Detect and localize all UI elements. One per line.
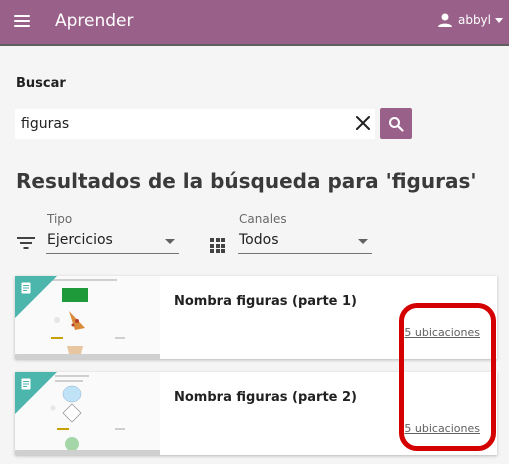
menu-icon[interactable] bbox=[14, 15, 30, 27]
chevron-down-icon bbox=[495, 17, 503, 23]
app-title: Aprender bbox=[55, 11, 134, 31]
type-filter-label: Tipo bbox=[47, 212, 73, 226]
search-button[interactable] bbox=[380, 108, 412, 139]
channels-select-value: Todos bbox=[239, 232, 279, 248]
card-thumbnail bbox=[15, 276, 160, 354]
channels-select[interactable]: Todos bbox=[238, 230, 372, 254]
card-title: Nombra figuras (parte 1) bbox=[174, 294, 357, 309]
highlight-annotation bbox=[399, 303, 496, 451]
search-input[interactable] bbox=[21, 114, 341, 134]
learn-page: Aprender abbyl Buscar Resultados de la b… bbox=[0, 0, 509, 464]
type-select[interactable]: Ejercicios bbox=[46, 230, 179, 254]
card-title: Nombra figuras (parte 2) bbox=[174, 390, 357, 405]
username: abbyl bbox=[457, 13, 491, 27]
search-box bbox=[15, 109, 375, 139]
user-menu[interactable]: abbyl bbox=[437, 12, 503, 28]
person-icon bbox=[437, 13, 452, 27]
grid-icon bbox=[210, 238, 225, 253]
filter-icon bbox=[17, 237, 35, 249]
close-icon[interactable] bbox=[354, 114, 372, 132]
type-select-value: Ejercicios bbox=[47, 232, 113, 248]
search-label: Buscar bbox=[16, 76, 66, 91]
card-thumbnail bbox=[15, 372, 160, 450]
search-icon bbox=[389, 116, 404, 132]
results-heading: Resultados de la búsqueda para 'figuras' bbox=[16, 169, 477, 193]
progress-bar-track bbox=[15, 450, 160, 455]
progress-bar-track bbox=[15, 354, 160, 359]
channels-filter-label: Canales bbox=[239, 212, 287, 226]
dropdown-arrow-icon bbox=[165, 239, 175, 244]
app-bar: Aprender abbyl bbox=[0, 0, 509, 46]
exercise-icon bbox=[21, 282, 31, 294]
exercise-icon bbox=[21, 378, 31, 390]
dropdown-arrow-icon bbox=[358, 239, 368, 244]
